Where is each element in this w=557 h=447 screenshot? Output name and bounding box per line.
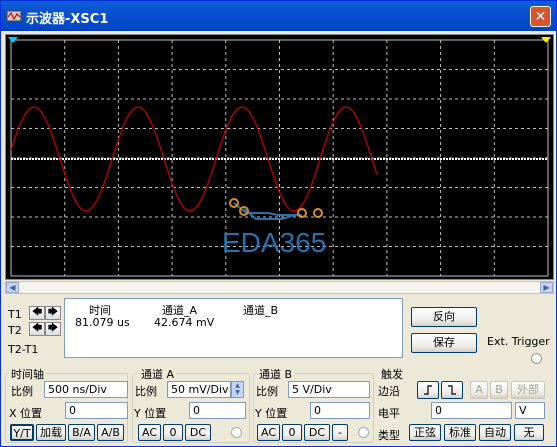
measurement-readout: 时间 通道_A 通道_B 81.079 us 42.674 mV bbox=[64, 298, 403, 358]
channel-a-terminal[interactable] bbox=[231, 427, 242, 438]
channel-b-terminal[interactable] bbox=[358, 427, 369, 438]
x-position-label: X 位置 bbox=[9, 407, 43, 420]
trigger-title: 触发 bbox=[379, 366, 405, 382]
readout-t1-time: 81.079 us bbox=[75, 316, 130, 329]
channel-a-zero-button[interactable]: 0 bbox=[163, 424, 183, 441]
mode-yt-button[interactable]: Y/T bbox=[10, 424, 34, 441]
timebase-scale-field[interactable]: 500 ns/Div bbox=[44, 381, 128, 398]
ext-trigger-label: Ext. Trigger bbox=[487, 335, 550, 348]
oscilloscope-screen[interactable]: EDA365 bbox=[5, 34, 554, 280]
timebase-title: 时间轴 bbox=[9, 366, 46, 382]
mode-add-button[interactable]: 加载 bbox=[36, 424, 66, 441]
trigger-source-a-button[interactable]: A bbox=[470, 381, 488, 399]
trigger-single-button[interactable]: 正弦 bbox=[409, 424, 441, 441]
trigger-source-b-button[interactable]: B bbox=[490, 381, 508, 399]
channel-b-title: 通道 B bbox=[257, 366, 295, 382]
mode-ba-button[interactable]: B/A bbox=[68, 424, 95, 441]
spin-down-icon[interactable]: ▼ bbox=[232, 389, 243, 396]
eda365-logo: EDA365 bbox=[222, 198, 326, 258]
channel-b-ypos-label: Y 位置 bbox=[255, 407, 288, 420]
channel-b-scale-label: 比例 bbox=[256, 385, 278, 398]
trigger-level-field[interactable]: 0 bbox=[431, 402, 512, 419]
timebase-scale-label: 比例 bbox=[11, 385, 33, 398]
channel-a-scale-label: 比例 bbox=[135, 385, 157, 398]
window-title: 示波器-XSC1 bbox=[26, 12, 109, 27]
channel-a-ypos-label: Y 位置 bbox=[134, 407, 167, 420]
horizontal-scrollbar[interactable]: ◀ ▶ bbox=[5, 281, 554, 294]
channel-b-zero-button[interactable]: 0 bbox=[282, 424, 302, 441]
scroll-left-arrow-icon[interactable]: ◀ bbox=[6, 282, 19, 293]
channel-a-title: 通道 A bbox=[139, 366, 177, 382]
channel-a-scale-field[interactable]: 50 mV/Div bbox=[167, 381, 231, 398]
channel-b-ypos-field[interactable]: 0 bbox=[310, 402, 370, 419]
trigger-level-unit[interactable]: V bbox=[515, 402, 545, 419]
t2-right-arrow-icon[interactable]: 🡆 bbox=[45, 322, 61, 336]
mode-ab-button[interactable]: A/B bbox=[97, 424, 124, 441]
channel-a-dc-button[interactable]: DC bbox=[185, 424, 211, 441]
scope-display: EDA365 bbox=[8, 37, 551, 277]
falling-edge-icon[interactable] bbox=[441, 381, 463, 399]
oscilloscope-window: 示波器-XSC1 ✕ EDA365 ◀ ▶ T1 🡄 🡆 T2 🡄 🡆 T2-T… bbox=[0, 0, 557, 447]
readout-header-channel-b: 通道_B bbox=[243, 304, 279, 317]
readout-t1-channel-a: 42.674 mV bbox=[154, 316, 215, 329]
t2-left-arrow-icon[interactable]: 🡄 bbox=[29, 322, 45, 336]
title-bar[interactable]: 示波器-XSC1 ✕ bbox=[1, 1, 556, 31]
oscilloscope-icon bbox=[6, 10, 22, 22]
reverse-button[interactable]: 反向 bbox=[411, 307, 477, 327]
x-position-field[interactable]: 0 bbox=[65, 402, 128, 419]
trigger-normal-button[interactable]: 标准 bbox=[444, 424, 476, 441]
svg-text:EDA365: EDA365 bbox=[222, 227, 326, 258]
scroll-right-arrow-icon[interactable]: ▶ bbox=[540, 282, 553, 293]
trigger-edge-label: 边沿 bbox=[378, 385, 400, 398]
rising-edge-icon[interactable] bbox=[417, 381, 439, 399]
cursor-t1-label: T1 bbox=[8, 308, 22, 321]
channel-b-minus-button[interactable]: - bbox=[332, 424, 348, 441]
trigger-type-label: 类型 bbox=[378, 429, 400, 442]
channel-a-ypos-field[interactable]: 0 bbox=[189, 402, 246, 419]
t1-left-arrow-icon[interactable]: 🡄 bbox=[29, 306, 45, 320]
cursor-diff-label: T2-T1 bbox=[8, 343, 39, 356]
channel-b-scale-field[interactable]: 5 V/Div bbox=[288, 381, 370, 398]
channel-a-scale-spinner[interactable]: ▲ ▼ bbox=[231, 381, 244, 398]
channel-b-ac-button[interactable]: AC bbox=[257, 424, 280, 441]
close-button[interactable]: ✕ bbox=[530, 6, 551, 27]
channel-b-dc-button[interactable]: DC bbox=[304, 424, 330, 441]
cursor-t2-label: T2 bbox=[8, 324, 22, 337]
spin-up-icon[interactable]: ▲ bbox=[232, 382, 243, 389]
channel-a-ac-button[interactable]: AC bbox=[138, 424, 161, 441]
trigger-source-ext-button[interactable]: 外部 bbox=[511, 381, 545, 399]
trigger-auto-button[interactable]: 自动 bbox=[479, 424, 511, 441]
save-button[interactable]: 保存 bbox=[411, 333, 477, 353]
ext-trigger-terminal[interactable] bbox=[531, 353, 542, 364]
trigger-level-label: 电平 bbox=[378, 407, 400, 420]
trigger-none-button[interactable]: 无 bbox=[514, 424, 544, 441]
t1-right-arrow-icon[interactable]: 🡆 bbox=[45, 306, 61, 320]
